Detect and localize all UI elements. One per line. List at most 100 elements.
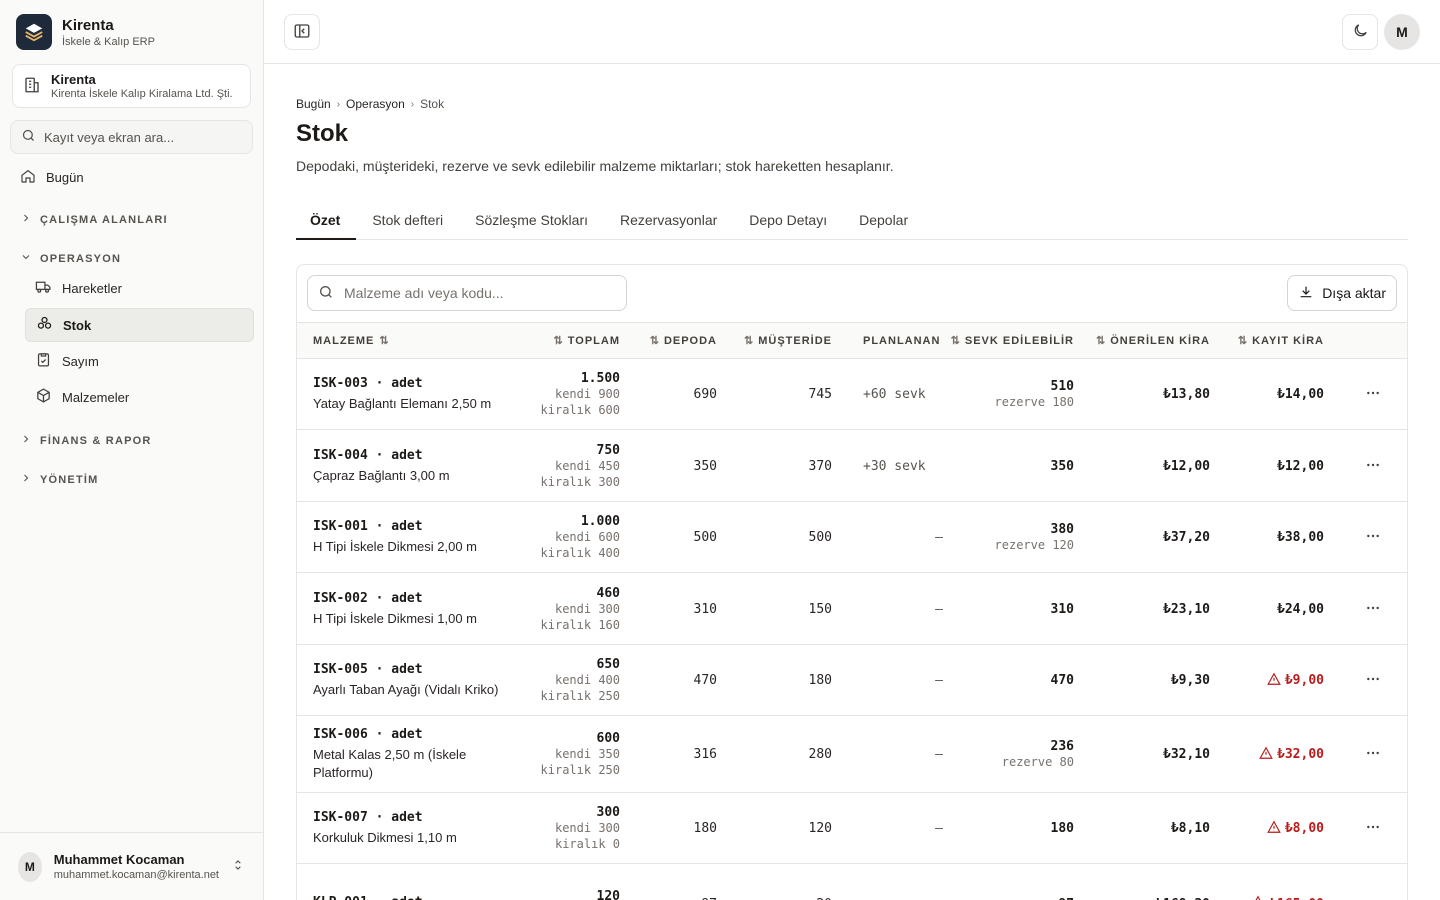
- sidebar-group-finance[interactable]: FİNANS & RAPOR: [20, 433, 152, 448]
- table-row[interactable]: ISK-005 · adet Ayarlı Taban Ayağı (Vidalı…: [297, 645, 1407, 716]
- material-cell[interactable]: ISK-004 · adet Çapraz Bağlantı 3,00 m: [313, 430, 523, 502]
- column-label: KAYIT KİRA: [1252, 334, 1324, 347]
- sidebar-item-count[interactable]: Sayım: [25, 344, 254, 378]
- table-row[interactable]: ISK-002 · adet H Tipi İskele Dikmesi 1,00…: [297, 573, 1407, 645]
- column-customer[interactable]: ⇅ MÜŞTERİDE: [727, 323, 832, 358]
- sidebar-search[interactable]: [10, 120, 253, 154]
- material-search-input[interactable]: [344, 285, 614, 301]
- brand[interactable]: Kirenta İskele & Kalıp ERP: [16, 14, 155, 50]
- material-cell[interactable]: ISK-005 · adet Ayarlı Taban Ayağı (Vidalı…: [313, 645, 523, 716]
- depot-cell: 97: [627, 864, 717, 900]
- material-cell[interactable]: KLP-001 · adet: [313, 864, 523, 900]
- sidebar-item-movements[interactable]: Hareketler: [25, 271, 254, 305]
- planned-cell: —: [863, 645, 943, 716]
- sidebar-group-admin[interactable]: YÖNETİM: [20, 472, 99, 487]
- material-code: ISK-005 · adet: [313, 662, 423, 677]
- customer-value: 180: [808, 673, 832, 688]
- total-value: 750: [596, 442, 620, 458]
- tab-contract-stock[interactable]: Sözleşme Stokları: [459, 204, 604, 240]
- table-row[interactable]: ISK-007 · adet Korkuluk Dikmesi 1,10 m 300…: [297, 793, 1407, 864]
- own-quantity: kendi 300: [554, 601, 620, 616]
- shippable-cell: 97: [937, 864, 1074, 900]
- account-avatar[interactable]: M: [1384, 14, 1420, 50]
- recorded-rent-cell: ₺165,00: [1217, 864, 1324, 900]
- sidebar-group-operations[interactable]: OPERASYON: [20, 251, 121, 266]
- suggested-rent-cell: ₺13,80: [1087, 359, 1210, 430]
- row-actions-button[interactable]: [1361, 817, 1385, 841]
- group-label: ÇALIŞMA ALANLARI: [40, 213, 168, 226]
- recorded-rent-value: ₺9,00: [1284, 673, 1324, 688]
- shippable-value: 97: [937, 897, 1074, 900]
- brand-subtitle: İskele & Kalıp ERP: [62, 35, 155, 48]
- breadcrumb-item[interactable]: Operasyon: [346, 97, 405, 111]
- shippable-value: 510: [1050, 379, 1074, 394]
- warning-icon: [1267, 672, 1281, 690]
- material-cell[interactable]: ISK-003 · adet Yatay Bağlantı Elemanı 2,5…: [313, 359, 523, 430]
- table-row[interactable]: KLP-001 · adet120kendi 1209720—97₺168,30…: [297, 864, 1407, 900]
- suggested-rent-value: ₺37,20: [1163, 530, 1210, 545]
- recorded-rent-cell: ₺38,00: [1217, 502, 1324, 573]
- table-row[interactable]: ISK-001 · adet H Tipi İskele Dikmesi 2,00…: [297, 502, 1407, 573]
- planned-cell: +30 sevk: [863, 430, 943, 502]
- tab-stock-ledger[interactable]: Stok defteri: [356, 204, 459, 240]
- rented-quantity: kiralık 160: [540, 617, 620, 632]
- row-actions-button[interactable]: [1361, 383, 1385, 407]
- sidebar-item-materials[interactable]: Malzemeler: [25, 380, 254, 414]
- table-row[interactable]: ISK-006 · adet Metal Kalas 2,50 m (İskele…: [297, 716, 1407, 793]
- material-name: Yatay Bağlantı Elemanı 2,50 m: [313, 396, 492, 411]
- tab-depots[interactable]: Depolar: [843, 204, 924, 240]
- material-cell[interactable]: ISK-007 · adet Korkuluk Dikmesi 1,10 m: [313, 793, 523, 864]
- chevron-right-icon: [20, 472, 32, 487]
- column-suggested-rent[interactable]: ⇅ ÖNERİLEN KİRA: [1087, 323, 1210, 358]
- sidebar-item-label: Hareketler: [62, 280, 122, 296]
- tab-depot-detail[interactable]: Depo Detayı: [733, 204, 843, 240]
- more-horizontal-icon: [1365, 671, 1381, 690]
- sidebar-item-stock[interactable]: Stok: [25, 308, 254, 342]
- own-quantity: kendi 450: [554, 458, 620, 473]
- column-total[interactable]: ⇅ TOPLAM: [517, 323, 620, 358]
- export-button[interactable]: Dışa aktar: [1287, 275, 1397, 311]
- column-shippable[interactable]: ⇅ SEVK EDİLEBİLİR: [937, 323, 1074, 358]
- column-label: PLANLANAN: [863, 334, 941, 347]
- depot-value: 350: [693, 458, 717, 474]
- column-depot[interactable]: ⇅ DEPODA: [627, 323, 717, 358]
- user-menu[interactable]: M Muhammet Kocaman muhammet.kocaman@kire…: [0, 832, 263, 900]
- material-cell[interactable]: ISK-001 · adet H Tipi İskele Dikmesi 2,00…: [313, 502, 523, 573]
- suggested-rent-cell: ₺12,00: [1087, 430, 1210, 502]
- tab-reservations[interactable]: Rezervasyonlar: [604, 204, 733, 240]
- sidebar-group-workspaces[interactable]: ÇALIŞMA ALANLARI: [20, 212, 168, 227]
- depot-value: 500: [693, 530, 717, 545]
- suggested-rent-value: ₺12,00: [1163, 458, 1210, 474]
- table-row[interactable]: ISK-003 · adet Yatay Bağlantı Elemanı 2,5…: [297, 359, 1407, 430]
- sidebar-search-input[interactable]: [44, 129, 242, 145]
- column-label: TOPLAM: [567, 334, 620, 347]
- column-recorded-rent[interactable]: ⇅ KAYIT KİRA: [1217, 323, 1324, 358]
- depot-value: 97: [627, 897, 717, 900]
- row-actions-button[interactable]: [1361, 597, 1385, 621]
- table-row[interactable]: ISK-004 · adet Çapraz Bağlantı 3,00 m 750 k…: [297, 430, 1407, 502]
- row-actions-button[interactable]: [1361, 526, 1385, 550]
- organization-switcher[interactable]: Kirenta Kirenta İskele Kalıp Kiralama Lt…: [12, 64, 251, 108]
- planned-cell: —: [863, 716, 943, 793]
- row-actions-button[interactable]: [1361, 454, 1385, 478]
- material-cell[interactable]: ISK-002 · adet H Tipi İskele Dikmesi 1,00…: [313, 573, 523, 645]
- sidebar-toggle-button[interactable]: [284, 14, 320, 50]
- sidebar-item-home[interactable]: Bugün: [20, 166, 84, 188]
- suggested-rent-cell: ₺37,20: [1087, 502, 1210, 573]
- row-actions-button[interactable]: [1361, 743, 1385, 767]
- own-quantity: kendi 300: [554, 821, 620, 835]
- theme-toggle-button[interactable]: [1342, 14, 1378, 50]
- column-material[interactable]: MALZEME ⇅: [313, 323, 389, 358]
- recorded-rent-value: ₺38,00: [1277, 530, 1324, 545]
- tab-summary[interactable]: Özet: [296, 204, 357, 240]
- avatar: M: [18, 851, 42, 882]
- tab-bar: Özet Stok defteri Sözleşme Stokları Reze…: [296, 204, 1408, 240]
- page-description: Depodaki, müşterideki, rezerve ve sevk e…: [296, 158, 894, 174]
- column-label: MÜŞTERİDE: [758, 334, 832, 347]
- material-search[interactable]: [307, 275, 627, 311]
- breadcrumb-item[interactable]: Bugün: [296, 97, 331, 111]
- customer-value: 745: [808, 387, 832, 402]
- material-cell[interactable]: ISK-006 · adet Metal Kalas 2,50 m (İskele…: [313, 716, 523, 793]
- row-actions-button[interactable]: [1361, 669, 1385, 693]
- row-actions-button[interactable]: [1361, 892, 1385, 900]
